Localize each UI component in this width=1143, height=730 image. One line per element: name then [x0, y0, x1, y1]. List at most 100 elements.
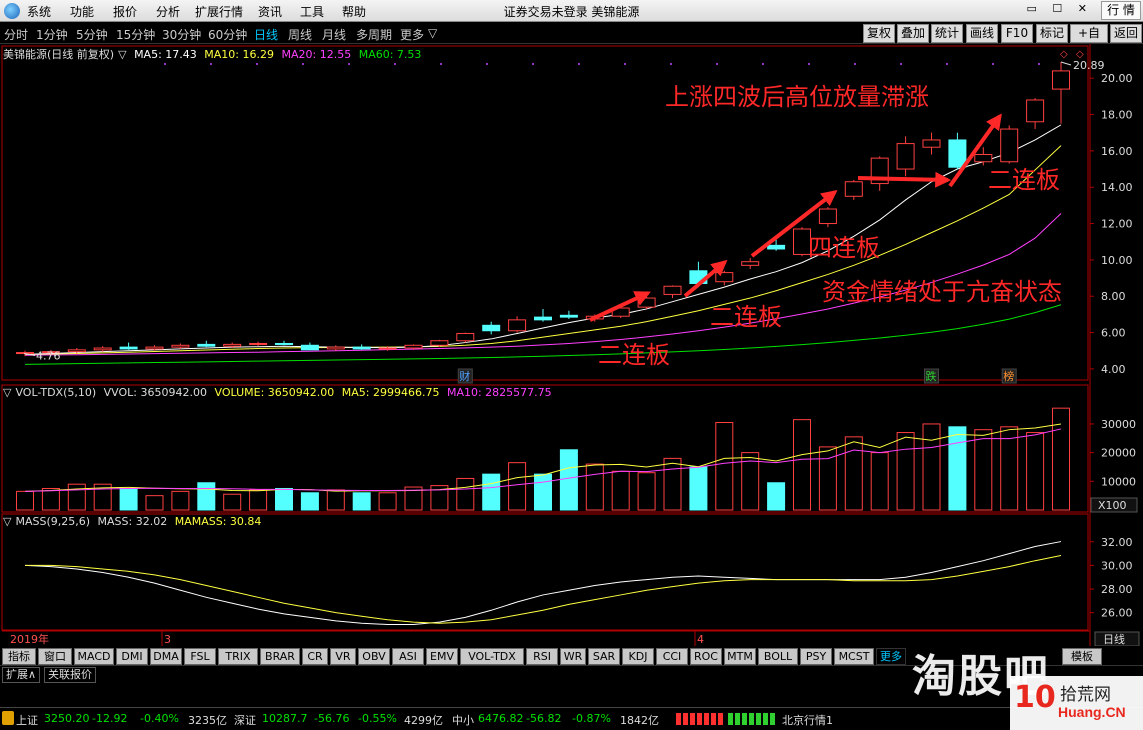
- info-dot: [762, 63, 764, 65]
- candle-up: [844, 181, 863, 197]
- candle-up: [145, 346, 164, 350]
- mass-indicator-name[interactable]: MASS(9,25,6): [15, 515, 90, 528]
- vol-dropdown-icon[interactable]: ▽: [3, 386, 11, 399]
- volume-bar-down: [300, 492, 319, 511]
- candle-up: [67, 349, 86, 353]
- info-dot: [946, 63, 948, 65]
- indicator-tab-fsl[interactable]: FSL: [184, 648, 216, 665]
- price-tick-label: 14.00: [1101, 181, 1133, 194]
- candle-up: [508, 319, 527, 332]
- status-bar: 上证 3250.20 -12.92 -0.40% 3235亿 深证 10287.…: [0, 707, 1143, 730]
- candle-up: [818, 208, 837, 225]
- indicator-tab-dmi[interactable]: DMI: [116, 648, 148, 665]
- indicator-tab-boll[interactable]: BOLL: [758, 648, 798, 665]
- vol-indicator-name[interactable]: VOL-TDX(5,10): [15, 386, 96, 399]
- indicator-tab-cci[interactable]: CCI: [656, 648, 688, 665]
- indicator-tab-obv[interactable]: OBV: [358, 648, 390, 665]
- indicator-tab-macd[interactable]: MACD: [74, 648, 114, 665]
- volume-bar-up: [585, 463, 604, 511]
- indicator-tab-cr[interactable]: CR: [302, 648, 328, 665]
- sh-index-value: 3250.20: [44, 712, 90, 725]
- indicator-tab-rsi[interactable]: RSI: [526, 648, 558, 665]
- price-tick-label: 6.00: [1101, 327, 1126, 340]
- ma5-label: MA5: 17.43: [134, 48, 197, 61]
- sz-index-label[interactable]: 深证: [234, 712, 256, 728]
- candle-up: [922, 139, 941, 148]
- volume-bar-down: [948, 426, 967, 511]
- mass-tick-label: 30.00: [1101, 559, 1133, 572]
- indicator-tab-psy[interactable]: PSY: [800, 648, 832, 665]
- indicator-tab-kdj[interactable]: KDJ: [622, 648, 654, 665]
- info-dot: [808, 63, 810, 65]
- zx-index-change: -56.82: [526, 712, 562, 725]
- indicator-tab-sar[interactable]: SAR: [588, 648, 620, 665]
- template-button[interactable]: 模板: [1062, 648, 1102, 665]
- volume-bar-up: [715, 422, 734, 511]
- price-header-dropdown-icon[interactable]: ▽: [118, 48, 126, 61]
- indicator-tab-roc[interactable]: ROC: [690, 648, 722, 665]
- indicator-tab-窗口[interactable]: 窗口: [38, 648, 72, 665]
- mass-line: [24, 541, 1062, 625]
- alert-icon[interactable]: [2, 711, 14, 725]
- indicator-tab-mtm[interactable]: MTM: [724, 648, 756, 665]
- indicator-tab-dma[interactable]: DMA: [150, 648, 182, 665]
- indicator-tab-emv[interactable]: EMV: [426, 648, 458, 665]
- indicator-tab-vr[interactable]: VR: [330, 648, 356, 665]
- sz-index-change: -56.76: [314, 712, 350, 725]
- volume-bar-down: [352, 492, 371, 511]
- indicator-tab-asi[interactable]: ASI: [392, 648, 424, 665]
- volume-bar-up: [508, 462, 527, 511]
- kline-chart[interactable]: 4.00 6.00 8.00 10.00 12.00 14.00 16.00 18.00 20.…: [0, 0, 1143, 646]
- volume-bar-down: [767, 482, 786, 511]
- candle-down: [300, 344, 319, 351]
- volume-panel-header: ▽ VOL-TDX(5,10) VVOL: 3650942.00 VOLUME: …: [3, 386, 556, 399]
- volume-bar-up: [1026, 432, 1045, 511]
- indicator-tab-more[interactable]: 更多: [876, 648, 906, 665]
- mass-dropdown-icon[interactable]: ▽: [3, 515, 11, 528]
- info-dot: [164, 63, 166, 65]
- candle-up: [456, 332, 475, 342]
- volume-bar-up: [611, 470, 630, 511]
- zx-index-pct: -0.87%: [572, 712, 611, 725]
- related-quote-tab[interactable]: 关联报价: [44, 667, 96, 683]
- max-pointer: [1060, 61, 1072, 66]
- indicator-tab-brar[interactable]: BRAR: [260, 648, 300, 665]
- price-tick-label: 8.00: [1101, 290, 1126, 303]
- volume-bar-up: [793, 419, 811, 511]
- candle-up: [741, 261, 760, 266]
- date-month-label: 3: [164, 633, 171, 646]
- indicator-tab-mcst[interactable]: MCST: [834, 648, 874, 665]
- info-diamond-icon: ◇: [1060, 49, 1068, 60]
- indicator-tab-vol-tdx[interactable]: VOL-TDX: [460, 648, 524, 665]
- volume-bar-up: [1052, 407, 1070, 511]
- volume-label: VOLUME: 3650942.00: [214, 386, 335, 399]
- mass-tick-label: 28.00: [1101, 583, 1133, 596]
- extension-toggle[interactable]: 扩展∧: [2, 667, 41, 683]
- period-label: 日线: [1103, 632, 1125, 646]
- candle-up: [974, 153, 993, 163]
- max-price-label: 20.89: [1073, 59, 1105, 72]
- zx-index-label[interactable]: 中小: [452, 712, 474, 728]
- candle-down: [197, 343, 216, 347]
- info-dot: [578, 63, 580, 65]
- sz-index-value: 10287.7: [262, 712, 308, 725]
- sh-index-label[interactable]: 上证: [16, 712, 38, 728]
- sh-index-pct: -0.40%: [140, 712, 179, 725]
- server-label[interactable]: 北京行情1: [782, 712, 833, 728]
- indicator-tab-指标[interactable]: 指标: [2, 648, 36, 665]
- candle-down: [534, 316, 552, 321]
- indicator-tab-wr[interactable]: WR: [560, 648, 586, 665]
- price-tick-label: 12.00: [1101, 218, 1133, 231]
- mamass-line: [25, 555, 1062, 624]
- info-dot: [900, 63, 902, 65]
- indicator-tab-trix[interactable]: TRIX: [218, 648, 258, 665]
- annotation-two-board-low: 二连板: [598, 341, 670, 369]
- event-marker: 财: [459, 369, 470, 383]
- price-tick-label: 18.00: [1101, 109, 1133, 122]
- candle-up: [249, 342, 268, 345]
- stock-title[interactable]: 美锦能源(日线 前复权): [3, 48, 114, 61]
- site-badge-url: Huang.CN: [1058, 704, 1126, 720]
- info-dot: [210, 63, 212, 65]
- mamass-value-label: MAMASS: 30.84: [174, 515, 262, 528]
- price-tick-label: 4.00: [1101, 363, 1126, 376]
